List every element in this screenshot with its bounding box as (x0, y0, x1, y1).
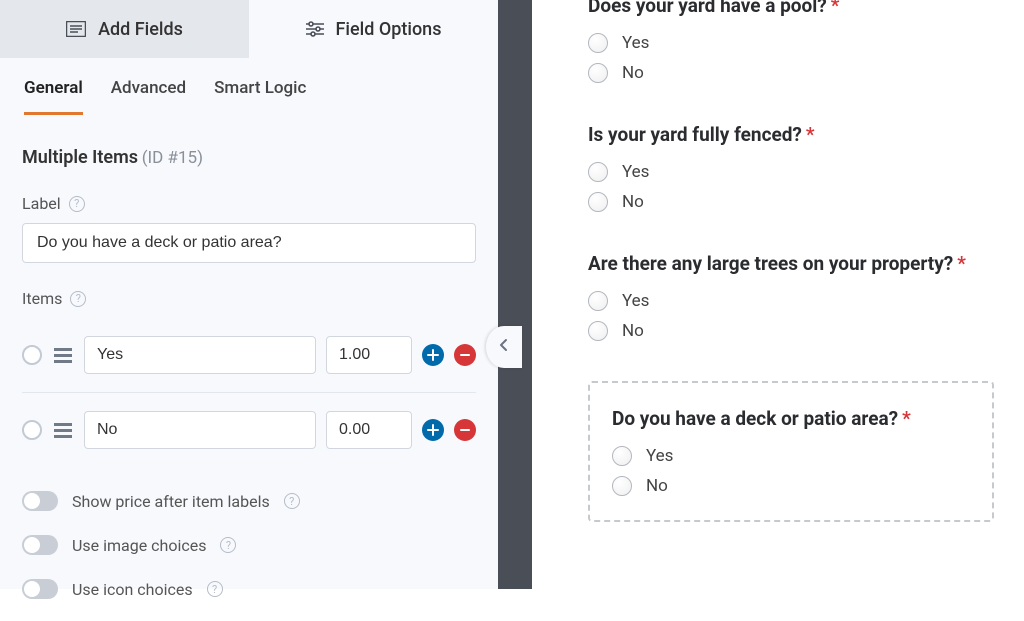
choice-default-radio[interactable] (22, 345, 42, 365)
item-label-input[interactable] (84, 336, 316, 374)
item-price-input[interactable] (326, 411, 412, 449)
question-title: Does your yard have a pool?* (588, 0, 994, 17)
drag-handle-icon[interactable] (52, 423, 74, 438)
field-heading: Multiple Items (ID #15) (22, 147, 476, 168)
help-icon[interactable]: ? (284, 493, 300, 509)
question-option[interactable]: Yes (612, 446, 970, 466)
tab-label: Field Options (336, 19, 442, 40)
form-icon (66, 21, 86, 37)
sliders-icon (306, 21, 324, 37)
drag-handle-icon[interactable] (52, 348, 74, 363)
tab-label: Add Fields (98, 19, 183, 40)
sub-tab-smart-logic[interactable]: Smart Logic (214, 78, 306, 115)
radio-icon (612, 476, 632, 496)
toggle-label: Use icon choices (72, 580, 193, 599)
remove-item-button[interactable] (454, 344, 476, 366)
required-asterisk: * (957, 252, 966, 275)
radio-icon (588, 321, 608, 341)
tab-field-options[interactable]: Field Options (249, 0, 498, 58)
required-asterisk: * (806, 123, 815, 146)
collapse-sidebar-button[interactable] (486, 326, 522, 368)
preview-question-selected[interactable]: Do you have a deck or patio area?* Yes N… (588, 381, 994, 522)
radio-icon (612, 446, 632, 466)
sub-tab-advanced[interactable]: Advanced (111, 78, 186, 115)
toggle-show-price: Show price after item labels ? (22, 491, 476, 511)
item-row (22, 318, 476, 392)
toggle-switch[interactable] (22, 579, 58, 599)
radio-icon (588, 33, 608, 53)
field-id: (ID #15) (142, 148, 203, 168)
preview-question[interactable]: Does your yard have a pool?* Yes No (588, 0, 994, 83)
question-option[interactable]: Yes (588, 33, 994, 53)
required-asterisk: * (831, 0, 840, 17)
remove-item-button[interactable] (454, 419, 476, 441)
radio-icon (588, 63, 608, 83)
form-preview: Does your yard have a pool?* Yes No Is y… (532, 0, 1024, 589)
required-asterisk: * (902, 407, 911, 430)
main-tabs: Add Fields Field Options (0, 0, 498, 58)
item-label-input[interactable] (84, 411, 316, 449)
toggle-icon-choices: Use icon choices ? (22, 579, 476, 599)
question-title: Do you have a deck or patio area?* (612, 407, 970, 430)
question-option[interactable]: No (588, 63, 994, 83)
panel-body: Multiple Items (ID #15) Label ? Items ? (0, 115, 498, 621)
label-caption-row: Label ? (22, 194, 476, 213)
choice-default-radio[interactable] (22, 420, 42, 440)
field-type-name: Multiple Items (22, 147, 138, 168)
chevron-left-icon (499, 338, 509, 356)
toggle-label: Use image choices (72, 536, 206, 555)
label-caption: Label (22, 194, 61, 213)
question-option[interactable]: No (588, 321, 994, 341)
add-item-button[interactable] (422, 344, 444, 366)
radio-icon (588, 291, 608, 311)
radio-icon (588, 192, 608, 212)
question-title: Is your yard fully fenced?* (588, 123, 994, 146)
tab-add-fields[interactable]: Add Fields (0, 0, 249, 58)
items-caption: Items (22, 289, 62, 308)
sub-tab-general[interactable]: General (24, 78, 83, 115)
question-option[interactable]: Yes (588, 162, 994, 182)
item-row (22, 392, 476, 467)
toggle-label: Show price after item labels (72, 492, 270, 511)
item-price-input[interactable] (326, 336, 412, 374)
radio-icon (588, 162, 608, 182)
sub-tabs: General Advanced Smart Logic (0, 58, 498, 115)
question-option[interactable]: No (588, 192, 994, 212)
help-icon[interactable]: ? (70, 291, 86, 307)
preview-question[interactable]: Are there any large trees on your proper… (588, 252, 994, 341)
items-caption-row: Items ? (22, 289, 476, 308)
toggle-switch[interactable] (22, 491, 58, 511)
items-section: Items ? (22, 289, 476, 467)
preview-question[interactable]: Is your yard fully fenced?* Yes No (588, 123, 994, 212)
help-icon[interactable]: ? (69, 196, 85, 212)
add-item-button[interactable] (422, 419, 444, 441)
panel-divider (498, 0, 532, 589)
toggle-image-choices: Use image choices ? (22, 535, 476, 555)
toggle-switch[interactable] (22, 535, 58, 555)
question-option[interactable]: Yes (588, 291, 994, 311)
field-label-input[interactable] (22, 223, 476, 263)
help-icon[interactable]: ? (207, 581, 223, 597)
sidebar-panel: Add Fields Field Options General Advance… (0, 0, 498, 589)
question-option[interactable]: No (612, 476, 970, 496)
help-icon[interactable]: ? (220, 537, 236, 553)
question-title: Are there any large trees on your proper… (588, 252, 994, 275)
